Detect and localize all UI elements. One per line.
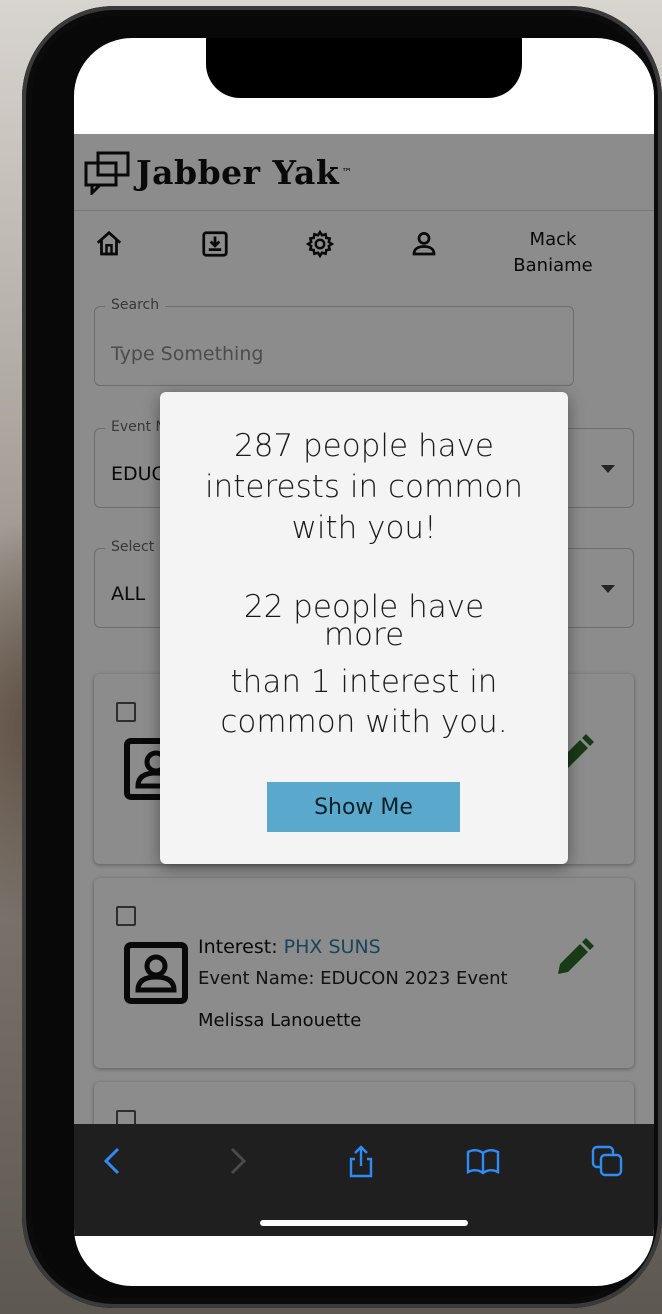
modal-line: with you! bbox=[291, 510, 437, 546]
phone-frame: Jabber Yak ™ Mack Baniame Search Type So… bbox=[22, 6, 662, 1308]
modal-multi-interest-text: 22 people have more than 1 interest in c… bbox=[180, 592, 548, 742]
modal-line: than 1 interest in bbox=[230, 664, 498, 700]
browser-toolbar bbox=[74, 1124, 654, 1236]
share-icon[interactable] bbox=[344, 1144, 378, 1178]
back-chevron-icon[interactable] bbox=[96, 1144, 130, 1178]
phone-screen: Jabber Yak ™ Mack Baniame Search Type So… bbox=[74, 38, 654, 1286]
forward-chevron-icon[interactable] bbox=[220, 1144, 254, 1178]
tabs-icon[interactable] bbox=[590, 1144, 624, 1178]
phone-notch bbox=[206, 38, 522, 98]
modal-line: interests in common bbox=[204, 469, 524, 505]
modal-line: more bbox=[323, 617, 405, 653]
bookmarks-book-icon[interactable] bbox=[466, 1144, 500, 1178]
modal-line: common with you. bbox=[220, 704, 508, 740]
app-view: Jabber Yak ™ Mack Baniame Search Type So… bbox=[74, 134, 654, 1124]
modal-line: 287 people have bbox=[233, 428, 495, 464]
modal-common-count-text: 287 people have interests in common with… bbox=[180, 426, 548, 549]
show-me-button[interactable]: Show Me bbox=[267, 782, 460, 832]
common-interests-modal: 287 people have interests in common with… bbox=[160, 392, 568, 864]
home-indicator[interactable] bbox=[260, 1220, 468, 1226]
